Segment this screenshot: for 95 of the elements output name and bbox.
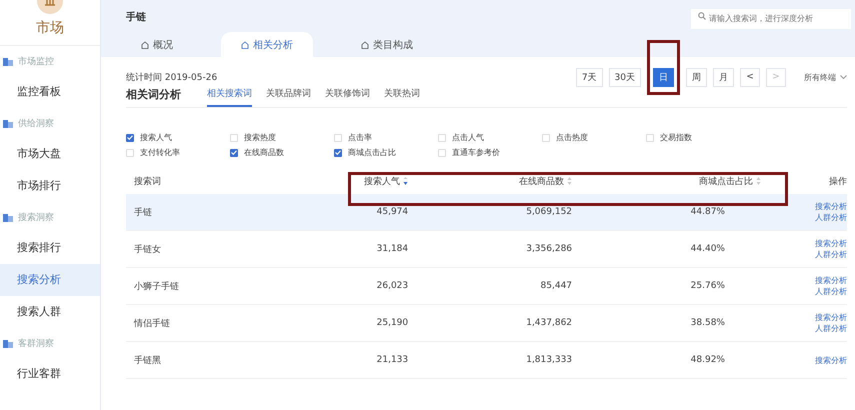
- sub-tab[interactable]: 关联热词: [384, 87, 420, 107]
- building-icon: [3, 56, 13, 66]
- sub-tab[interactable]: 相关搜索词: [207, 87, 252, 107]
- building-icon: [3, 338, 13, 348]
- table-cell: 44.87%: [690, 207, 725, 217]
- action-link[interactable]: 人群分析: [761, 212, 847, 223]
- sort-descending-icon: [403, 177, 408, 186]
- checkbox-label: 交易指数: [660, 132, 692, 143]
- device-dropdown[interactable]: 所有终端: [804, 72, 847, 82]
- search-icon: [698, 12, 706, 20]
- column-header[interactable]: 搜索人气: [364, 176, 400, 186]
- nav-item[interactable]: 监控看板: [0, 76, 100, 108]
- table-row[interactable]: 情侣手链 25,190 1,437,862 38.58% 搜索分析 人群分析: [126, 304, 847, 342]
- table-cell: 85,447: [540, 281, 572, 291]
- table-cell: 21,133: [376, 355, 408, 365]
- table-cell: 25.76%: [690, 281, 725, 291]
- table-cell: 小狮子手链: [134, 282, 179, 292]
- highlight-frame: [647, 40, 680, 94]
- nav-group-label: 供给洞察: [18, 118, 54, 130]
- column-header[interactable]: 商城点击占比: [699, 176, 753, 186]
- table-cell: 5,069,152: [526, 207, 572, 217]
- building-icon: [3, 118, 13, 128]
- nav-item[interactable]: 搜索排行: [0, 232, 100, 264]
- checkbox-label: 点击人气: [452, 132, 484, 143]
- page-title: 手链: [126, 10, 146, 24]
- action-link[interactable]: 搜索分析: [761, 238, 847, 249]
- checkbox-label: 支付转化率: [140, 147, 180, 158]
- house-icon: [141, 41, 149, 49]
- action-link[interactable]: 人群分析: [761, 323, 847, 334]
- checkbox-label: 搜索人气: [140, 132, 172, 143]
- sort-icon: [756, 177, 761, 186]
- period-button[interactable]: 7天: [576, 68, 603, 86]
- search-field[interactable]: 请输入搜索词，进行深度分析: [691, 8, 851, 28]
- table-cell: 31,184: [376, 244, 408, 254]
- tab[interactable]: 概况: [121, 32, 193, 57]
- nav-item[interactable]: 市场排行: [0, 170, 100, 202]
- stat-time: 统计时间 2019-05-26: [126, 72, 218, 84]
- tab[interactable]: 相关分析: [221, 32, 313, 57]
- checkbox[interactable]: [334, 148, 342, 156]
- section-title: 相关词分析: [126, 87, 181, 103]
- previous-button[interactable]: <: [740, 68, 760, 86]
- nav-item[interactable]: 市场大盘: [0, 138, 100, 170]
- nav-item[interactable]: 行业客群: [0, 358, 100, 390]
- nav-item[interactable]: 搜索人群: [0, 296, 100, 328]
- checkbox-label: 搜索热度: [244, 132, 276, 143]
- table-row[interactable]: 手链女 31,184 3,356,286 44.40% 搜索分析 人群分析: [126, 230, 847, 268]
- checkbox[interactable]: [126, 134, 134, 142]
- checkbox-label: 商城点击占比: [348, 147, 396, 158]
- action-link[interactable]: 搜索分析: [761, 354, 847, 366]
- column-header[interactable]: 在线商品数: [519, 176, 564, 186]
- nav-group-label: 客群洞察: [18, 338, 54, 350]
- action-link[interactable]: 人群分析: [761, 249, 847, 260]
- column-header: 搜索词: [134, 176, 161, 186]
- house-icon: [361, 41, 369, 49]
- house-icon: [241, 41, 249, 49]
- table-cell: 1,437,862: [526, 318, 572, 328]
- building-icon: [3, 212, 13, 222]
- period-button[interactable]: 月: [713, 68, 734, 86]
- chevron-down-icon: [840, 75, 847, 79]
- table-row[interactable]: 手链黑 21,133 1,813,333 48.92% 搜索分析: [126, 342, 847, 378]
- nav-item[interactable]: 搜索分析: [0, 264, 100, 296]
- logo-label: 市场: [36, 19, 64, 37]
- table-cell: 手链黑: [134, 356, 161, 366]
- table-cell: 手链: [134, 208, 152, 218]
- table-cell: 3,356,286: [526, 244, 572, 254]
- sub-tab[interactable]: 关联品牌词: [266, 87, 311, 107]
- period-button[interactable]: 周: [686, 68, 707, 86]
- table-cell: 48.92%: [690, 355, 725, 365]
- table-cell: 手链女: [134, 244, 161, 254]
- table-cell: 25,190: [376, 318, 408, 328]
- table-row[interactable]: 小狮子手链 26,023 85,447 25.76% 搜索分析 人群分析: [126, 268, 847, 304]
- column-header: 操作: [829, 176, 847, 186]
- table-cell: 26,023: [376, 281, 408, 291]
- table-row[interactable]: 手链 45,974 5,069,152 44.87% 搜索分析 人群分析: [126, 194, 847, 230]
- sub-tab[interactable]: 关联修饰词: [325, 87, 370, 107]
- nav-group-label: 市场监控: [18, 56, 54, 68]
- table-cell: 1,813,333: [526, 355, 572, 365]
- action-link[interactable]: 搜索分析: [761, 201, 847, 212]
- checkbox-label: 点击热度: [556, 132, 588, 143]
- sort-icon: [567, 177, 572, 186]
- action-link[interactable]: 搜索分析: [761, 312, 847, 323]
- checkbox-label: 点击率: [348, 132, 372, 143]
- table-cell: 情侣手链: [134, 318, 170, 328]
- period-button[interactable]: 30天: [608, 68, 641, 86]
- table-cell: 38.58%: [690, 318, 725, 328]
- action-link[interactable]: 搜索分析: [761, 275, 847, 286]
- nav-group-label: 搜索洞察: [18, 212, 54, 224]
- table-cell: 44.40%: [690, 244, 725, 254]
- checkbox-label: 直通车参考价: [452, 147, 500, 158]
- action-link[interactable]: 人群分析: [761, 286, 847, 297]
- period-button[interactable]: 日: [653, 68, 674, 86]
- tab[interactable]: 类目构成: [341, 32, 433, 57]
- checkbox[interactable]: [230, 148, 238, 156]
- checkbox-label: 在线商品数: [244, 147, 284, 158]
- table-cell: 45,974: [376, 207, 408, 217]
